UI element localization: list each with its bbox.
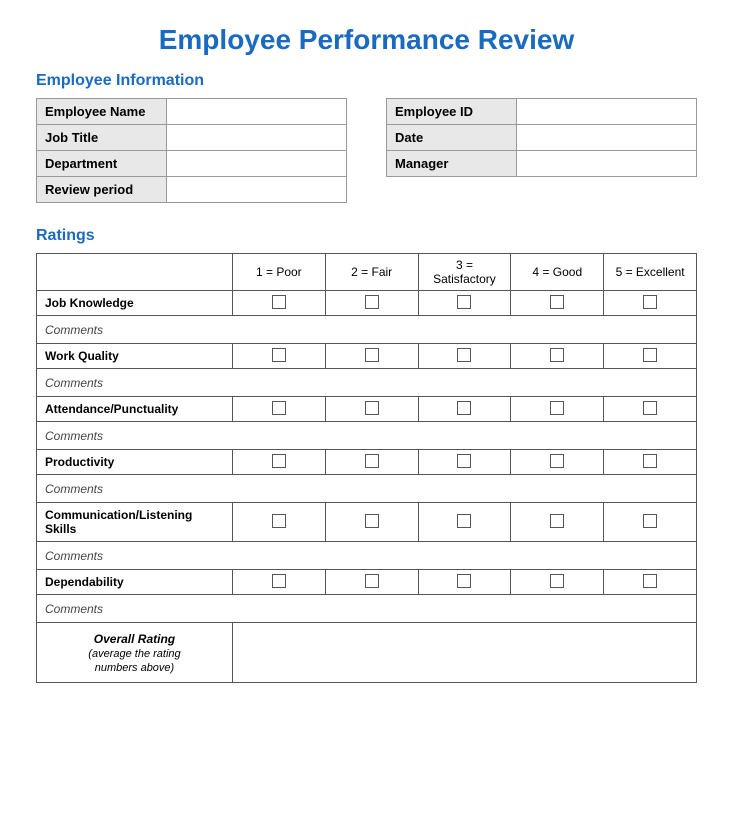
overall-rating-row: Overall Rating(average the ratingnumbers…	[37, 623, 697, 683]
comments-row-3: Comments	[37, 475, 697, 503]
comments-label-4[interactable]: Comments	[37, 542, 697, 570]
checkbox-4-rating-1[interactable]	[232, 503, 325, 542]
comments-label-5[interactable]: Comments	[37, 595, 697, 623]
checkbox-4-rating-3[interactable]	[418, 503, 511, 542]
comments-row-2: Comments	[37, 422, 697, 450]
manager-label: Manager	[387, 151, 517, 177]
date-value[interactable]	[517, 125, 697, 151]
date-label: Date	[387, 125, 517, 151]
col-header-3: 3 =Satisfactory	[418, 254, 511, 291]
category-name-1: Work Quality	[37, 344, 233, 369]
checkbox-0-rating-2[interactable]	[325, 291, 418, 316]
rating-row-4: Communication/Listening Skills	[37, 503, 697, 542]
employee-id-label: Employee ID	[387, 99, 517, 125]
checkbox-1-rating-5[interactable]	[604, 344, 697, 369]
overall-rating-label: Overall Rating(average the ratingnumbers…	[37, 623, 233, 683]
checkbox-4-rating-2[interactable]	[325, 503, 418, 542]
checkbox-5-rating-5[interactable]	[604, 570, 697, 595]
checkbox-3-rating-3[interactable]	[418, 450, 511, 475]
employee-info-table: Employee Name Employee ID Job Title Date…	[36, 98, 697, 203]
rating-row-1: Work Quality	[37, 344, 697, 369]
comments-label-3[interactable]: Comments	[37, 475, 697, 503]
department-value[interactable]	[167, 151, 347, 177]
checkbox-2-rating-1[interactable]	[232, 397, 325, 422]
checkbox-3-rating-5[interactable]	[604, 450, 697, 475]
checkbox-4-rating-5[interactable]	[604, 503, 697, 542]
comments-row-4: Comments	[37, 542, 697, 570]
comments-label-2[interactable]: Comments	[37, 422, 697, 450]
review-period-value[interactable]	[167, 177, 347, 203]
manager-value[interactable]	[517, 151, 697, 177]
checkbox-0-rating-4[interactable]	[511, 291, 604, 316]
checkbox-0-rating-5[interactable]	[604, 291, 697, 316]
category-name-3: Productivity	[37, 450, 233, 475]
job-title-value[interactable]	[167, 125, 347, 151]
col-header-1: 1 = Poor	[232, 254, 325, 291]
checkbox-2-rating-4[interactable]	[511, 397, 604, 422]
rating-row-3: Productivity	[37, 450, 697, 475]
col-header-2: 2 = Fair	[325, 254, 418, 291]
checkbox-5-rating-4[interactable]	[511, 570, 604, 595]
checkbox-2-rating-5[interactable]	[604, 397, 697, 422]
checkbox-1-rating-2[interactable]	[325, 344, 418, 369]
category-name-2: Attendance/Punctuality	[37, 397, 233, 422]
checkbox-2-rating-3[interactable]	[418, 397, 511, 422]
employee-info-heading: Employee Information	[36, 72, 697, 90]
checkbox-1-rating-3[interactable]	[418, 344, 511, 369]
info-row-1: Employee Name Employee ID	[37, 99, 697, 125]
employee-info-section: Employee Information Employee Name Emplo…	[36, 72, 697, 203]
col-header-5: 5 = Excellent	[604, 254, 697, 291]
ratings-section: Ratings 1 = Poor 2 = Fair 3 =Satisfactor…	[36, 227, 697, 683]
comments-label-0[interactable]: Comments	[37, 316, 697, 344]
info-row-4: Review period	[37, 177, 697, 203]
checkbox-0-rating-1[interactable]	[232, 291, 325, 316]
page-title: Employee Performance Review	[36, 24, 697, 56]
department-label: Department	[37, 151, 167, 177]
employee-name-value[interactable]	[167, 99, 347, 125]
category-name-0: Job Knowledge	[37, 291, 233, 316]
review-period-label: Review period	[37, 177, 167, 203]
info-row-3: Department Manager	[37, 151, 697, 177]
checkbox-2-rating-2[interactable]	[325, 397, 418, 422]
checkbox-1-rating-4[interactable]	[511, 344, 604, 369]
comments-row-5: Comments	[37, 595, 697, 623]
checkbox-4-rating-4[interactable]	[511, 503, 604, 542]
checkbox-1-rating-1[interactable]	[232, 344, 325, 369]
category-name-5: Dependability	[37, 570, 233, 595]
checkbox-3-rating-1[interactable]	[232, 450, 325, 475]
info-row-2: Job Title Date	[37, 125, 697, 151]
checkbox-3-rating-2[interactable]	[325, 450, 418, 475]
ratings-heading: Ratings	[36, 227, 697, 245]
checkbox-5-rating-3[interactable]	[418, 570, 511, 595]
rating-row-2: Attendance/Punctuality	[37, 397, 697, 422]
checkbox-0-rating-3[interactable]	[418, 291, 511, 316]
comments-row-1: Comments	[37, 369, 697, 397]
col-header-category	[37, 254, 233, 291]
employee-id-value[interactable]	[517, 99, 697, 125]
ratings-header-row: 1 = Poor 2 = Fair 3 =Satisfactory 4 = Go…	[37, 254, 697, 291]
overall-rating-value[interactable]	[232, 623, 696, 683]
comments-label-1[interactable]: Comments	[37, 369, 697, 397]
checkbox-5-rating-1[interactable]	[232, 570, 325, 595]
checkbox-5-rating-2[interactable]	[325, 570, 418, 595]
comments-row-0: Comments	[37, 316, 697, 344]
col-header-4: 4 = Good	[511, 254, 604, 291]
rating-row-0: Job Knowledge	[37, 291, 697, 316]
employee-name-label: Employee Name	[37, 99, 167, 125]
category-name-4: Communication/Listening Skills	[37, 503, 233, 542]
ratings-table: 1 = Poor 2 = Fair 3 =Satisfactory 4 = Go…	[36, 253, 697, 683]
rating-row-5: Dependability	[37, 570, 697, 595]
job-title-label: Job Title	[37, 125, 167, 151]
checkbox-3-rating-4[interactable]	[511, 450, 604, 475]
